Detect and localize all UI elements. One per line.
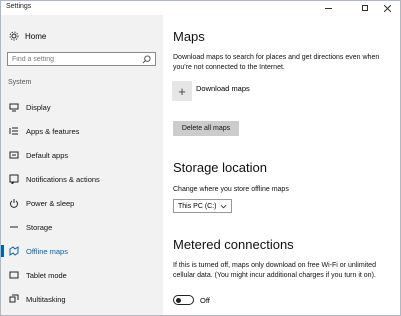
sidebar-item-apps-features[interactable]: Apps & features: [1, 121, 161, 141]
settings-window: Settings Home System Display Apps & feat…: [0, 0, 401, 316]
main-content: Maps Download maps to search for places …: [163, 15, 400, 315]
toggle-knob: [176, 297, 181, 303]
sidebar-item-label: Display: [26, 102, 51, 112]
sidebar-item-power-sleep[interactable]: Power & sleep: [1, 193, 161, 213]
apps-list-icon: [9, 126, 19, 136]
storage-icon: [9, 222, 19, 232]
storage-location-dropdown[interactable]: This PC (C:): [173, 199, 232, 213]
home-label: Home: [25, 31, 47, 41]
plus-icon: +: [172, 81, 192, 101]
maximize-icon: [362, 5, 368, 11]
delete-all-maps-button[interactable]: Delete all maps: [173, 121, 239, 136]
sidebar-item-label: Default apps: [26, 150, 69, 160]
close-icon: [383, 4, 391, 12]
monitor-icon: [9, 102, 19, 112]
sidebar-item-label: Notifications & actions: [26, 174, 100, 184]
tablet-icon: [9, 270, 19, 280]
gear-icon: [9, 31, 19, 41]
sidebar-item-offline-maps[interactable]: Offline maps: [1, 241, 161, 261]
sidebar-item-tablet-mode[interactable]: Tablet mode: [1, 265, 161, 285]
sidebar-item-storage[interactable]: Storage: [1, 217, 161, 237]
notification-icon: [9, 174, 19, 184]
download-maps-button[interactable]: + Download maps: [172, 81, 250, 101]
section-label: System: [8, 79, 32, 86]
search-box[interactable]: [7, 52, 156, 66]
storage-location-heading: Storage location: [173, 160, 267, 175]
power-icon: [9, 198, 19, 208]
minimize-button[interactable]: [315, 1, 341, 15]
sidebar-item-notifications[interactable]: Notifications & actions: [1, 169, 161, 189]
map-icon: [9, 246, 19, 256]
metered-toggle-row: Off: [173, 294, 210, 306]
search-icon[interactable]: [142, 55, 151, 64]
minimize-icon: [324, 7, 332, 9]
sidebar-home[interactable]: Home: [9, 29, 46, 43]
download-maps-label: Download maps: [196, 83, 250, 93]
multitasking-icon: [9, 294, 19, 304]
storage-location-value: This PC (C:): [178, 202, 217, 210]
metered-connections-heading: Metered connections: [173, 237, 294, 252]
sidebar-item-default-apps[interactable]: Default apps: [1, 145, 161, 165]
window-title: Settings: [6, 3, 32, 10]
metered-description: If this is turned off, maps only downloa…: [173, 262, 376, 279]
active-indicator: [1, 245, 4, 257]
metered-toggle-switch[interactable]: [173, 295, 194, 305]
sidebar: Home System Display Apps & features Defa…: [1, 15, 163, 315]
sidebar-item-display[interactable]: Display: [1, 97, 161, 117]
storage-description: Change where you store offline maps: [173, 186, 289, 193]
sidebar-item-label: Power & sleep: [26, 198, 75, 208]
default-apps-icon: [9, 150, 19, 160]
toggle-state-label: Off: [200, 295, 210, 305]
search-input[interactable]: [8, 55, 138, 63]
sidebar-item-label: Apps & features: [26, 126, 80, 136]
sidebar-item-label: Multitasking: [26, 294, 66, 304]
title-bar: Settings: [1, 1, 400, 15]
chevron-down-icon: [220, 204, 227, 209]
sidebar-item-label: Storage: [26, 222, 53, 232]
sidebar-item-label: Tablet mode: [26, 270, 67, 280]
maps-description: Download maps to search for places and g…: [173, 54, 380, 71]
sidebar-item-label: Offline maps: [26, 246, 68, 256]
maps-heading: Maps: [173, 29, 205, 44]
sidebar-item-multitasking[interactable]: Multitasking: [1, 289, 161, 309]
close-button[interactable]: [374, 1, 400, 15]
